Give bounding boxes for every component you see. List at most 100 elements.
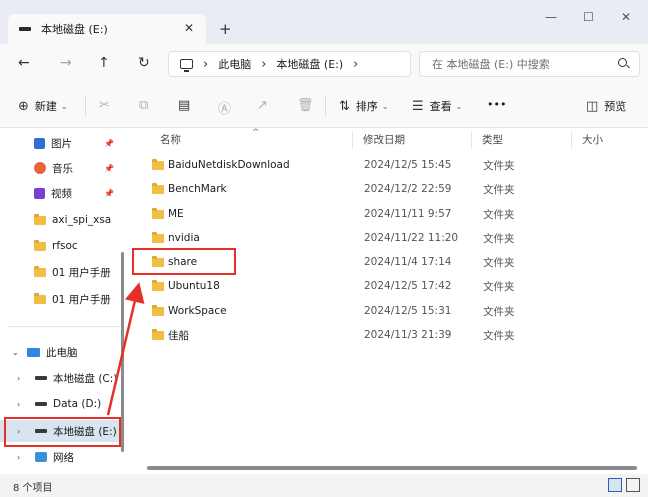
chevron-down-icon: ⌄ xyxy=(381,101,389,111)
file-date: 2024/12/5 15:45 xyxy=(364,159,452,171)
column-header-size[interactable]: 大小 xyxy=(582,132,603,147)
table-row[interactable]: BenchMark 2024/12/2 22:59 文件夹 xyxy=(142,178,582,200)
sidebar-item-user-manual-1[interactable]: 01 用户手册 xyxy=(0,261,124,283)
divider xyxy=(325,96,326,116)
network-icon xyxy=(35,452,47,462)
sidebar-item-this-pc[interactable]: ⌄ 此电脑 xyxy=(0,341,124,363)
status-bar: 8 个项目 xyxy=(0,474,648,497)
drive-icon xyxy=(19,27,31,31)
sidebar-item-pictures[interactable]: 图片 📌 xyxy=(0,132,124,154)
sidebar-scrollbar[interactable] xyxy=(121,252,124,452)
pictures-icon xyxy=(34,137,45,149)
table-row[interactable]: ME 2024/11/11 9:57 文件夹 xyxy=(142,203,582,225)
sort-button[interactable]: ⇅ 排序 ⌄ xyxy=(339,98,389,114)
sidebar-item-label: 网络 xyxy=(53,451,74,464)
file-type: 文件夹 xyxy=(483,159,515,172)
column-header-type[interactable]: 类型 xyxy=(482,132,503,147)
sidebar-item-label: 本地磁盘 (E:) xyxy=(53,425,117,438)
sidebar-item-label: 此电脑 xyxy=(46,346,78,359)
tab-close-icon[interactable]: ✕ xyxy=(184,21,194,35)
rename-icon: Ⓐ xyxy=(218,102,232,117)
forward-button[interactable]: → xyxy=(60,55,72,71)
file-name: 佳船 xyxy=(168,329,189,342)
breadcrumb-local-disk-e[interactable]: 本地磁盘 (E:) xyxy=(276,56,343,72)
column-divider[interactable] xyxy=(571,132,572,148)
new-tab-button[interactable]: + xyxy=(219,20,232,38)
horizontal-scrollbar[interactable] xyxy=(147,466,637,470)
sidebar-item-network[interactable]: › 网络 xyxy=(0,446,124,468)
copy-button[interactable]: ⧉ xyxy=(139,98,154,113)
view-list-icon: ☰ xyxy=(412,98,424,114)
cut-button[interactable]: ✂ xyxy=(99,98,116,113)
sidebar-item-user-manual-2[interactable]: 01 用户手册 xyxy=(0,288,124,310)
item-count: 8 个项目 xyxy=(13,483,53,494)
breadcrumb-this-pc[interactable]: 此电脑 xyxy=(218,56,251,72)
sidebar-item-videos[interactable]: 视频 📌 xyxy=(0,182,124,204)
preview-pane-button[interactable]: ◫ 预览 xyxy=(586,98,626,114)
cut-icon: ✂ xyxy=(99,98,110,113)
close-window-button[interactable]: ✕ xyxy=(621,10,631,24)
folder-icon xyxy=(152,328,164,340)
paste-button[interactable]: ▤ xyxy=(178,98,196,113)
sidebar-item-drive-c[interactable]: › 本地磁盘 (C:) xyxy=(0,367,124,389)
file-type: 文件夹 xyxy=(483,305,515,318)
address-bar[interactable]: › 此电脑 › 本地磁盘 (E:) › xyxy=(168,51,411,77)
minimize-button[interactable]: — xyxy=(545,10,557,24)
chevron-right-icon[interactable]: › xyxy=(17,374,27,383)
chevron-right-icon[interactable]: › xyxy=(17,400,27,409)
table-row[interactable]: WorkSpace 2024/12/5 15:31 文件夹 xyxy=(142,300,582,322)
search-icon xyxy=(618,58,627,67)
sidebar-item-drive-d[interactable]: › Data (D:) xyxy=(0,393,124,415)
sort-ascending-icon: ^ xyxy=(252,128,260,138)
sidebar-item-label: 音乐 xyxy=(52,162,73,175)
chevron-right-icon[interactable]: › xyxy=(17,427,27,436)
pin-icon: 📌 xyxy=(104,163,114,173)
column-header-name[interactable]: 名称 xyxy=(160,132,181,147)
delete-button[interactable]: 🗑 xyxy=(297,98,320,113)
column-header-date[interactable]: 修改日期 xyxy=(363,132,405,147)
folder-icon xyxy=(34,292,46,304)
sidebar-item-axi-spi-xsa[interactable]: axi_spi_xsa xyxy=(0,209,124,231)
chevron-down-icon: ⌄ xyxy=(455,101,463,111)
share-button[interactable]: ↗ xyxy=(257,98,274,113)
new-button[interactable]: ⊕ 新建 ⌄ xyxy=(18,98,68,114)
address-row: ← → ↑ ↻ › 此电脑 › 本地磁盘 (E:) › 在 本地磁盘 (E:) … xyxy=(0,44,648,84)
sidebar-item-rfsoc[interactable]: rfsoc xyxy=(0,235,124,257)
file-type: 文件夹 xyxy=(483,232,515,245)
table-row[interactable]: BaiduNetdiskDownload 2024/12/5 15:45 文件夹 xyxy=(142,154,582,176)
sidebar-item-music[interactable]: 音乐 📌 xyxy=(0,157,124,179)
sidebar-item-label: axi_spi_xsa xyxy=(52,214,112,226)
preview-button-label: 预览 xyxy=(604,100,627,113)
details-view-button[interactable] xyxy=(608,478,622,492)
up-button[interactable]: ↑ xyxy=(98,55,110,71)
view-button[interactable]: ☰ 查看 ⌄ xyxy=(412,98,462,114)
chevron-right-icon[interactable]: › xyxy=(261,57,266,72)
sidebar-item-drive-e[interactable]: › 本地磁盘 (E:) xyxy=(0,420,124,442)
folder-icon xyxy=(152,231,164,243)
chevron-right-icon[interactable]: › xyxy=(353,57,358,72)
table-row-share[interactable]: share 2024/11/4 17:14 文件夹 xyxy=(142,251,582,273)
divider xyxy=(85,96,86,116)
more-icon: ••• xyxy=(487,98,507,111)
folder-icon xyxy=(152,279,164,291)
file-name: WorkSpace xyxy=(168,305,227,317)
chevron-right-icon[interactable]: › xyxy=(17,453,27,462)
table-row[interactable]: Ubuntu18 2024/12/5 17:42 文件夹 xyxy=(142,275,582,297)
column-divider[interactable] xyxy=(471,132,472,148)
rename-button[interactable]: Ⓐ xyxy=(218,98,237,117)
tiles-view-button[interactable] xyxy=(626,478,640,492)
refresh-button[interactable]: ↻ xyxy=(138,55,150,71)
paste-icon: ▤ xyxy=(178,98,191,113)
chevron-down-icon: ⌄ xyxy=(60,101,68,111)
back-button[interactable]: ← xyxy=(18,55,30,71)
chevron-down-icon[interactable]: ⌄ xyxy=(12,348,22,357)
more-options-button[interactable]: ••• xyxy=(487,98,506,111)
maximize-button[interactable]: ☐ xyxy=(583,10,594,24)
search-input[interactable]: 在 本地磁盘 (E:) 中搜索 xyxy=(419,51,640,77)
tab-local-disk-e[interactable]: 本地磁盘 (E:) ✕ xyxy=(8,14,206,44)
sidebar-item-label: 图片 xyxy=(51,137,72,150)
table-row[interactable]: nvidia 2024/11/22 11:20 文件夹 xyxy=(142,227,582,249)
sidebar-item-label: 01 用户手册 xyxy=(52,293,111,306)
column-divider[interactable] xyxy=(352,132,353,148)
table-row[interactable]: 佳船 2024/11/3 21:39 文件夹 xyxy=(142,324,582,346)
